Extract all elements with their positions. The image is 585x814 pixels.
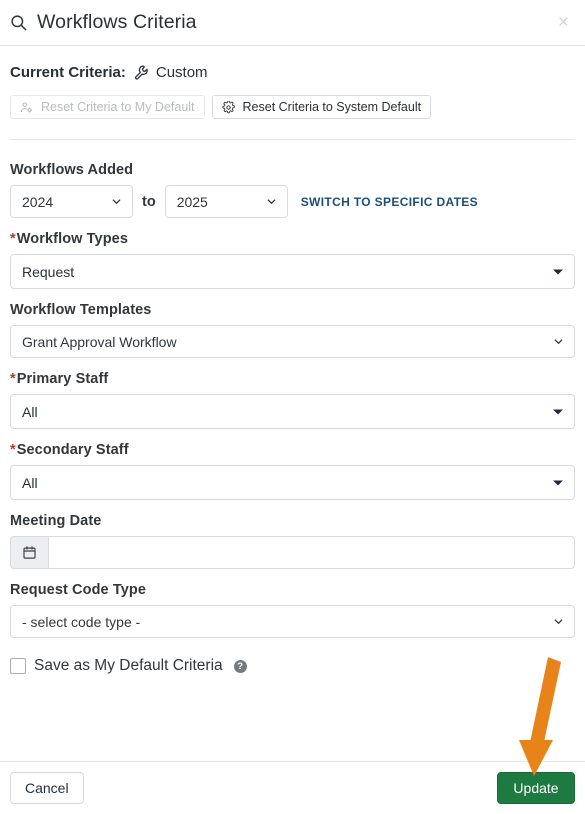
field-secondary-staff: *Secondary Staff All xyxy=(10,442,575,500)
workflows-added-row: 2024 to 2025 SWITCH TO SPECIFIC DATES xyxy=(10,185,575,218)
workflows-added-to-text: to xyxy=(142,193,156,210)
primary-staff-dropdown[interactable]: All xyxy=(10,394,575,429)
primary-staff-label: *Primary Staff xyxy=(10,371,575,387)
modal-body: Current Criteria: Custom Reset Criteria … xyxy=(0,46,585,675)
meeting-date-label: Meeting Date xyxy=(10,513,102,529)
close-icon[interactable]: × xyxy=(552,11,575,34)
workflows-added-from-select[interactable]: 2024 xyxy=(10,185,133,218)
secondary-staff-value: All xyxy=(22,474,38,491)
save-as-my-default-criteria-label: Save as My Default Criteria xyxy=(34,657,223,674)
primary-staff-label-text: Primary Staff xyxy=(16,371,109,387)
workflows-criteria-modal: Workflows Criteria × Current Criteria: C… xyxy=(0,0,585,814)
current-criteria-value: Custom xyxy=(155,64,208,81)
save-as-my-default-criteria-checkbox[interactable] xyxy=(10,658,26,674)
reset-criteria-system-default-button[interactable]: Reset Criteria to System Default xyxy=(211,95,432,119)
required-asterisk: * xyxy=(10,442,16,458)
workflow-types-label-text: Workflow Types xyxy=(16,231,128,247)
switch-to-specific-dates-link[interactable]: SWITCH TO SPECIFIC DATES xyxy=(301,195,478,209)
modal-footer: Cancel Update xyxy=(0,761,585,814)
chevron-down-icon xyxy=(553,409,563,414)
secondary-staff-label: *Secondary Staff xyxy=(10,442,575,458)
chevron-down-icon xyxy=(553,480,563,485)
reset-buttons-row: Reset Criteria to My Default Reset Crite… xyxy=(10,95,575,119)
request-code-type-label: Request Code Type xyxy=(10,582,146,598)
user-gear-icon xyxy=(20,101,33,114)
workflows-added-to-select[interactable]: 2025 xyxy=(164,185,288,218)
search-icon xyxy=(9,13,28,32)
workflow-types-dropdown[interactable]: Request xyxy=(10,254,575,289)
update-button[interactable]: Update xyxy=(497,772,575,804)
field-workflow-types: *Workflow Types Request xyxy=(10,231,575,289)
workflow-templates-label: Workflow Templates xyxy=(10,302,152,318)
workflow-types-value: Request xyxy=(22,263,75,280)
workflow-types-label: *Workflow Types xyxy=(10,231,575,247)
request-code-type-select[interactable]: - select code type - xyxy=(10,605,575,638)
page-title: Workflows Criteria xyxy=(37,11,197,33)
reset-criteria-system-default-label: Reset Criteria to System Default xyxy=(242,100,422,114)
meeting-date-group xyxy=(10,536,575,569)
section-divider xyxy=(10,139,575,140)
modal-header: Workflows Criteria × xyxy=(0,0,585,46)
field-request-code-type: Request Code Type - select code type - xyxy=(10,582,575,638)
chevron-down-icon xyxy=(553,269,563,274)
wrench-icon xyxy=(126,64,156,81)
modal-title-group: Workflows Criteria xyxy=(9,11,197,34)
save-default-row: Save as My Default Criteria ? xyxy=(10,657,575,675)
cancel-button[interactable]: Cancel xyxy=(10,772,84,804)
field-workflow-templates: Workflow Templates Grant Approval Workfl… xyxy=(10,302,575,358)
field-meeting-date: Meeting Date xyxy=(10,513,575,569)
gear-icon xyxy=(221,100,235,114)
workflows-added-label: Workflows Added xyxy=(10,162,134,178)
reset-criteria-my-default-label: Reset Criteria to My Default xyxy=(41,100,195,114)
secondary-staff-dropdown[interactable]: All xyxy=(10,465,575,500)
current-criteria-label: Current Criteria: xyxy=(10,64,126,81)
required-asterisk: * xyxy=(10,371,16,387)
field-workflows-added: Workflows Added 2024 to 2025 SWITCH TO S… xyxy=(10,162,575,218)
current-criteria: Current Criteria: Custom xyxy=(10,64,575,81)
required-asterisk: * xyxy=(10,231,16,247)
meeting-date-input[interactable] xyxy=(48,536,575,569)
primary-staff-value: All xyxy=(22,403,38,420)
secondary-staff-label-text: Secondary Staff xyxy=(16,442,129,458)
calendar-icon[interactable] xyxy=(10,536,48,569)
field-primary-staff: *Primary Staff All xyxy=(10,371,575,429)
workflow-templates-select[interactable]: Grant Approval Workflow xyxy=(10,325,575,358)
reset-criteria-my-default-button[interactable]: Reset Criteria to My Default xyxy=(10,95,205,119)
help-icon[interactable]: ? xyxy=(233,659,247,673)
